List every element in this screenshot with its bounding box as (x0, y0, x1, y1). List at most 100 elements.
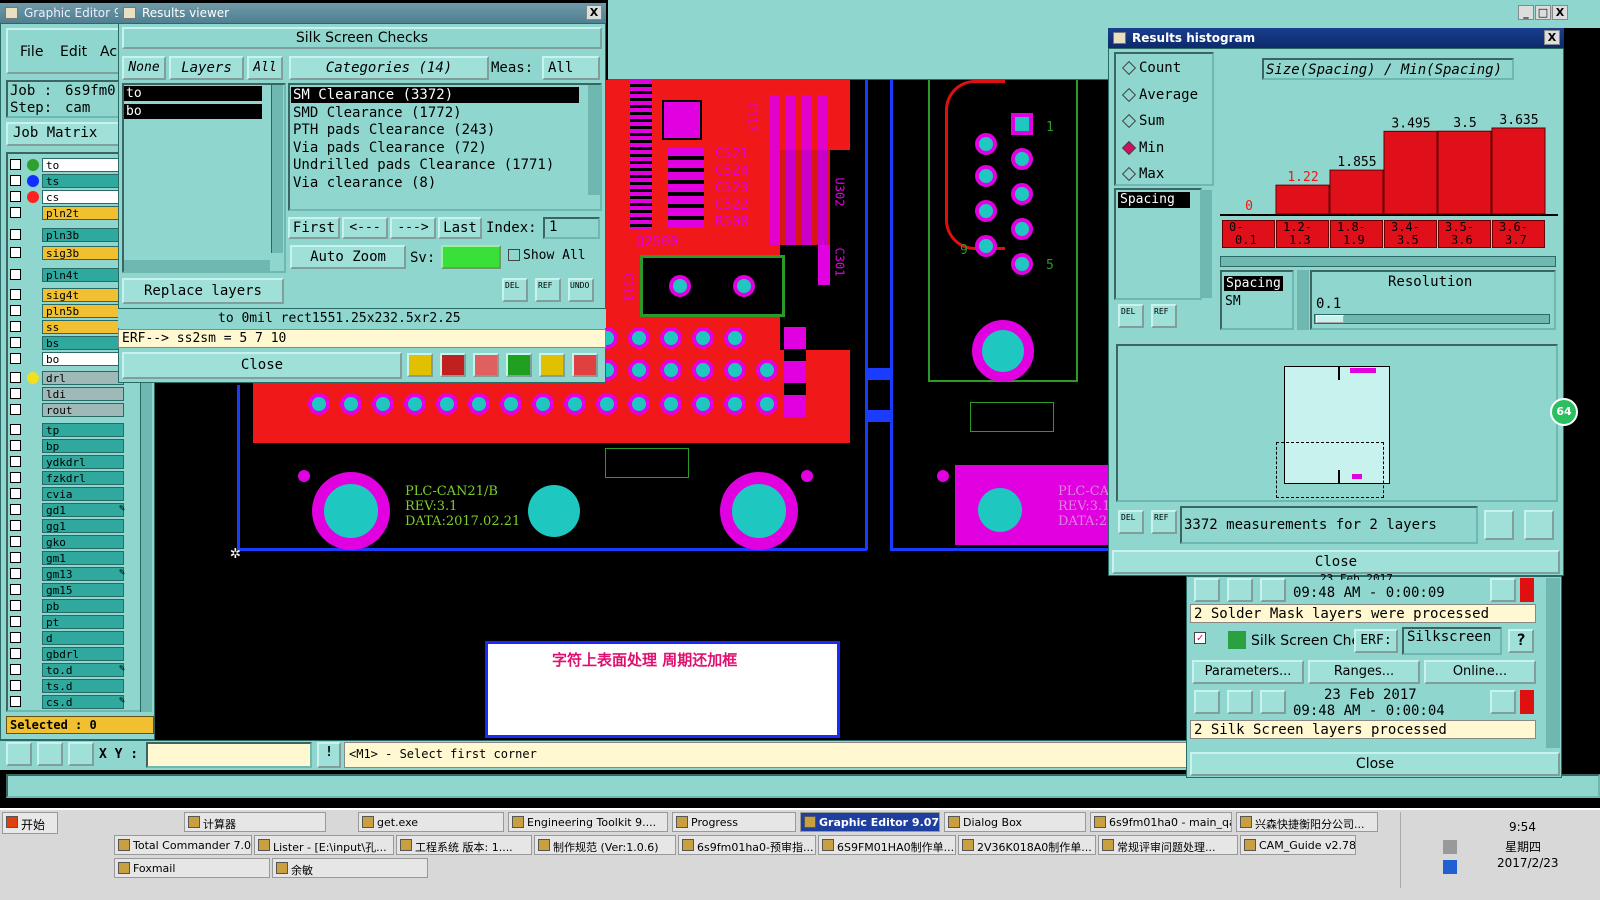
taskbar-item[interactable]: 常规评审问题处理... (1098, 835, 1238, 855)
run-icon[interactable] (1194, 578, 1220, 602)
layer-checkbox[interactable] (10, 664, 21, 675)
layer-name[interactable]: to.d (42, 663, 124, 677)
layer-checkbox[interactable] (10, 440, 21, 451)
layer-name[interactable]: gbdrl (42, 647, 124, 661)
layer-checkbox[interactable] (10, 520, 21, 531)
layer-row-ydkdrl[interactable]: ydkdrl (10, 455, 125, 469)
ignore-icon[interactable] (473, 353, 499, 377)
job-matrix-button[interactable]: Job Matrix (6, 122, 120, 146)
histogram-close-button[interactable]: Close (1112, 550, 1560, 574)
layer-row-cvia[interactable]: cvia (10, 487, 125, 501)
layer-row-ldi[interactable]: ldi (10, 387, 125, 401)
layer-row-gd1[interactable]: gd1 ✎ (10, 503, 125, 517)
layer-checkbox[interactable] (10, 321, 21, 332)
sv-color-dropdown[interactable] (441, 245, 501, 269)
histogram-titlebar[interactable]: Results histogram X (1108, 28, 1564, 48)
layer-checkbox[interactable] (10, 289, 21, 300)
layer-row-pt[interactable]: pt (10, 615, 125, 629)
show-all-checkbox[interactable] (508, 249, 520, 261)
online-button[interactable]: Online... (1424, 660, 1536, 684)
highlight-icon[interactable] (440, 353, 466, 377)
layer-row-rout[interactable]: rout (10, 403, 125, 417)
layer-item-bo[interactable]: bo (124, 104, 262, 119)
histogram-bar[interactable] (1437, 130, 1492, 215)
taskbar-item[interactable]: Foxmail (114, 858, 270, 878)
replace-layers-dropdown[interactable]: Replace layers (122, 278, 284, 304)
layer-name[interactable]: pln5b (42, 304, 124, 318)
layer-checkbox[interactable] (10, 680, 21, 691)
ranges-button[interactable]: Ranges... (1308, 660, 1420, 684)
menu-edit[interactable]: Edit (60, 44, 87, 60)
first-button[interactable]: First (288, 217, 340, 239)
histogram-category[interactable]: 0- 0.1 (1222, 220, 1275, 248)
layer-list-hscroll[interactable] (124, 260, 270, 271)
layer-checkbox[interactable] (10, 175, 21, 186)
run-all-icon[interactable] (1227, 578, 1253, 602)
stop-icon[interactable] (1260, 578, 1286, 602)
layer-row-d[interactable]: d (10, 631, 125, 645)
layer-row-pln5b[interactable]: pln5b (10, 304, 125, 318)
input-method-icon[interactable] (1443, 860, 1457, 874)
layer-name[interactable]: bs (42, 336, 124, 350)
taskbar-item[interactable]: 计算器 (184, 812, 326, 832)
layer-checkbox[interactable] (10, 456, 21, 467)
layer-row-tp[interactable]: tp (10, 423, 125, 437)
taskbar-item[interactable]: 6s9fm01ha0-预审指... (678, 835, 816, 855)
help-button[interactable]: ? (1508, 629, 1534, 653)
layer-row-gm1[interactable]: gm1 (10, 551, 125, 565)
layer-checkbox[interactable] (10, 388, 21, 399)
run-icon[interactable] (1194, 690, 1220, 714)
category-item[interactable]: Undrilled pads Clearance (1771) (291, 157, 579, 173)
auto-zoom-dropdown[interactable]: Auto Zoom (290, 245, 406, 269)
layer-name[interactable]: sig4t (42, 288, 124, 302)
taskbar-item[interactable]: 工程系统 版本: 1.... (396, 835, 532, 855)
layer-checkbox[interactable] (10, 600, 21, 611)
window-fit-icon[interactable] (1524, 510, 1554, 540)
prev-button[interactable]: <--- (342, 217, 388, 239)
layer-name[interactable]: rout (42, 403, 124, 417)
category-item[interactable]: SM Clearance (3372) (291, 87, 579, 103)
taskbar-item[interactable]: Dialog Box (944, 812, 1086, 832)
layer-checkbox[interactable] (10, 552, 21, 563)
layer-name[interactable]: bp (42, 439, 124, 453)
index-input[interactable]: 1 (543, 217, 600, 239)
layer-name[interactable]: to (42, 158, 124, 172)
layer-checkbox[interactable] (10, 229, 21, 240)
layer-name[interactable]: cs (42, 190, 124, 204)
layer-row-pln4t[interactable]: pln4t (10, 268, 125, 282)
layer-name[interactable]: pln2t (42, 206, 124, 220)
layer-row-to[interactable]: to✎ (10, 158, 125, 172)
histogram-close-icon[interactable]: X (1544, 30, 1560, 45)
stop-icon[interactable] (1260, 690, 1286, 714)
prompt-marker-button[interactable]: ! (317, 742, 341, 768)
layer-row-cs.d[interactable]: cs.d ✎ (10, 695, 125, 709)
spacing-sm-scroll[interactable] (1297, 270, 1309, 330)
taskbar-item[interactable]: 兴森快捷衡阳分公司... (1236, 812, 1378, 832)
layer-list-vscroll[interactable] (271, 85, 283, 253)
layer-checkbox[interactable] (10, 159, 21, 170)
export-icon[interactable] (1484, 510, 1514, 540)
layer-name[interactable]: pt (42, 615, 124, 629)
taskbar-item[interactable]: Lister - [E:\input\孔... (254, 835, 394, 855)
taskbar-item[interactable]: Graphic Editor 9.07.... (800, 812, 940, 832)
category-list-vscroll[interactable] (588, 85, 600, 195)
histogram-category[interactable]: 3.6- 3.7 (1492, 220, 1545, 248)
layer-row-cs[interactable]: cs (10, 190, 125, 204)
histogram-category[interactable]: 3.5- 3.6 (1438, 220, 1491, 248)
histogram-bar[interactable] (1329, 169, 1384, 215)
layer-checkbox[interactable] (10, 696, 21, 707)
layer-name[interactable]: drl (42, 371, 124, 385)
layer-row-bs[interactable]: bs (10, 336, 125, 350)
resolution-slider[interactable] (1314, 314, 1550, 324)
layer-name[interactable]: cs.d (42, 695, 124, 709)
histogram-bar[interactable] (1491, 127, 1546, 215)
main-window-titlebar[interactable]: Graphic Editor 9. (0, 3, 120, 23)
layer-name[interactable]: ss (42, 320, 124, 334)
layer-row-fzkdrl[interactable]: fzkdrl (10, 471, 125, 485)
layer-name[interactable]: d (42, 631, 124, 645)
histogram-icon[interactable] (572, 353, 598, 377)
layer-row-gko[interactable]: gko (10, 535, 125, 549)
layer-checkbox[interactable] (10, 568, 21, 579)
layer-row-ss[interactable]: ss (10, 320, 125, 334)
layer-checkbox[interactable] (10, 207, 21, 218)
